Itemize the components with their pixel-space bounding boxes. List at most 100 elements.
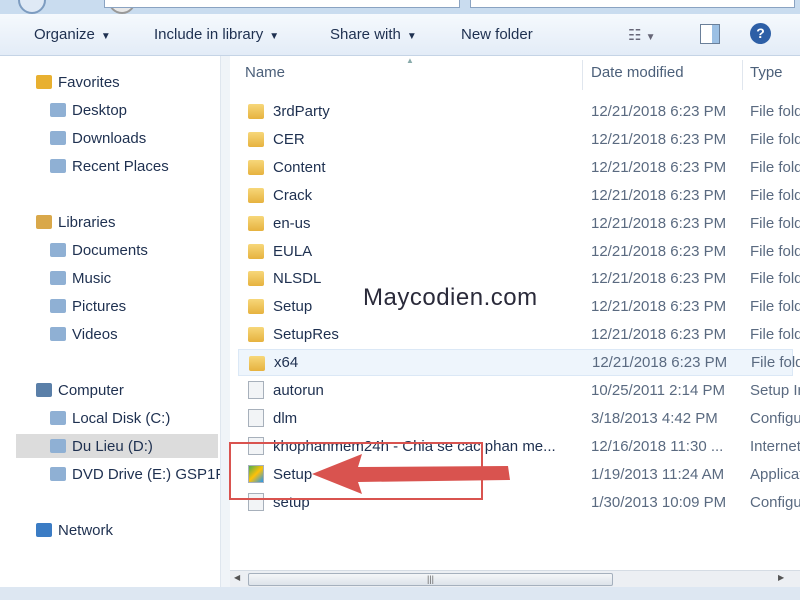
folder-icon (248, 104, 264, 119)
sidebar-item[interactable]: Music (50, 266, 111, 290)
sidebar-item[interactable]: DVD Drive (E:) GSP1F (50, 462, 225, 486)
file-name: Content (273, 158, 326, 176)
sidebar-item-label: Downloads (72, 129, 147, 147)
folder-icon (50, 439, 66, 453)
file-type: File folder (750, 326, 800, 344)
libraries-icon (36, 215, 52, 229)
file-date: 12/21/2018 6:23 PM (591, 186, 727, 204)
file-row[interactable]: 3rdParty 12/21/2018 6:23 PM File folder (238, 98, 800, 125)
file-type: Configuration settings (750, 493, 800, 511)
file-row[interactable]: dlm 3/18/2013 4:42 PM Configuration settin… (238, 405, 800, 432)
scrollbar-thumb[interactable]: ||| (248, 573, 613, 586)
file-type: Configuration settings (750, 409, 800, 427)
column-separator[interactable] (582, 60, 583, 90)
file-date: 1/30/2013 10:09 PM (591, 493, 727, 511)
folder-icon (50, 411, 66, 425)
sort-arrow-icon: ▲ (406, 56, 414, 65)
file-type: File folder (750, 103, 800, 120)
organize-button[interactable]: Organize ▼ (34, 26, 111, 43)
annotation-arrow-icon (312, 454, 510, 494)
file-row[interactable]: SetupRes 12/21/2018 6:23 PM File folder (238, 321, 800, 348)
sidebar-item[interactable]: Desktop (50, 98, 127, 122)
folder-icon (50, 103, 66, 117)
file-type: File folder (750, 130, 800, 148)
sidebar-item[interactable]: Du Lieu (D:) (16, 434, 218, 458)
chevron-down-icon: ▼ (269, 31, 280, 42)
file-date: 12/21/2018 6:23 PM (591, 214, 727, 232)
file-name: CER (273, 130, 305, 148)
file-row[interactable]: EULA 12/21/2018 6:23 PM File folder (238, 238, 800, 265)
sidebar-item-label: Pictures (72, 297, 127, 315)
file-name: 3rdParty (273, 103, 330, 120)
file-icon (248, 381, 264, 399)
scroll-right-icon[interactable]: ▶ (778, 573, 784, 582)
file-date: 3/18/2013 4:42 PM (591, 409, 718, 427)
scroll-left-icon[interactable]: ◀ (234, 573, 240, 582)
sidebar-item-label: Documents (72, 241, 148, 259)
folder-icon (248, 327, 264, 343)
share-label: Share with (330, 26, 401, 43)
new-folder-button[interactable]: New folder (461, 26, 533, 43)
address-bar[interactable] (104, 0, 460, 8)
pane-splitter[interactable] (220, 56, 230, 600)
sidebar-item[interactable]: Local Disk (C:) (50, 406, 170, 430)
file-name: x64 (274, 354, 299, 372)
column-header-date[interactable]: Date modified (591, 64, 684, 81)
folder-icon (248, 271, 264, 287)
chevron-down-icon: ▼ (100, 31, 111, 42)
sidebar-item[interactable]: Documents (50, 238, 148, 262)
preview-pane-icon[interactable] (700, 24, 720, 44)
details-pane (0, 587, 800, 600)
share-with-button[interactable]: Share with ▼ (330, 26, 417, 43)
file-type: File folder (750, 186, 800, 204)
sidebar-item[interactable]: Downloads (50, 126, 146, 150)
sidebar-item[interactable]: Network (36, 518, 113, 542)
sidebar-item-label: Du Lieu (D:) (72, 437, 153, 455)
file-date: 10/25/2011 2:14 PM (591, 382, 725, 399)
sidebar-item[interactable]: Libraries (36, 210, 116, 234)
sidebar-item[interactable]: Videos (50, 322, 118, 346)
sidebar-item-label: Desktop (72, 101, 128, 119)
file-row[interactable]: x64 12/21/2018 6:23 PM File folder (238, 349, 800, 377)
folder-icon (50, 271, 66, 285)
folder-icon (248, 187, 264, 203)
help-icon[interactable]: ? (750, 23, 771, 44)
computer-icon (36, 383, 52, 397)
sidebar-item[interactable]: Favorites (36, 70, 120, 94)
file-type: Application (750, 465, 800, 483)
file-date: 12/21/2018 6:23 PM (591, 326, 727, 344)
folder-icon (50, 131, 66, 145)
include-in-library-button[interactable]: Include in library ▼ (154, 26, 279, 43)
folder-icon (50, 159, 66, 173)
view-list-icon[interactable]: ☷ ▼ (628, 26, 656, 44)
sidebar-item[interactable]: Recent Places (50, 154, 169, 178)
sidebar-item-label: Local Disk (C:) (72, 409, 171, 427)
file-row[interactable]: Content 12/21/2018 6:23 PM File folder (238, 154, 800, 181)
folder-icon (50, 467, 66, 481)
sidebar-item[interactable]: Pictures (50, 294, 126, 318)
column-separator[interactable] (742, 60, 743, 90)
column-header-name[interactable]: Name (245, 64, 285, 81)
search-input[interactable] (470, 0, 795, 8)
file-row[interactable]: autorun 10/25/2011 2:14 PM Setup Informati… (238, 377, 800, 404)
file-name: Crack (273, 186, 313, 204)
sidebar-item[interactable]: Computer (36, 378, 124, 402)
title-bar (0, 0, 800, 14)
sidebar-item-label: Network (58, 521, 114, 539)
file-date: 12/21/2018 6:23 PM (591, 158, 727, 176)
file-row[interactable]: en-us 12/21/2018 6:23 PM File folder (238, 210, 800, 237)
file-row[interactable]: Crack 12/21/2018 6:23 PM File folder (238, 182, 800, 209)
horizontal-scrollbar[interactable]: ◀ ||| ▶ (230, 570, 800, 587)
file-name: autorun (273, 382, 324, 399)
back-button[interactable] (18, 0, 46, 14)
sidebar-item-label: Computer (58, 381, 124, 399)
file-type: File folder (750, 214, 800, 232)
file-type: File folder (750, 158, 800, 176)
folder-icon (248, 159, 264, 175)
file-row[interactable]: CER 12/21/2018 6:23 PM File folder (238, 126, 800, 153)
file-name: en-us (273, 214, 311, 232)
folder-icon (248, 299, 264, 315)
network-icon (36, 523, 52, 537)
file-date: 12/21/2018 6:23 PM (591, 298, 727, 316)
column-header-type[interactable]: Type (750, 64, 783, 81)
